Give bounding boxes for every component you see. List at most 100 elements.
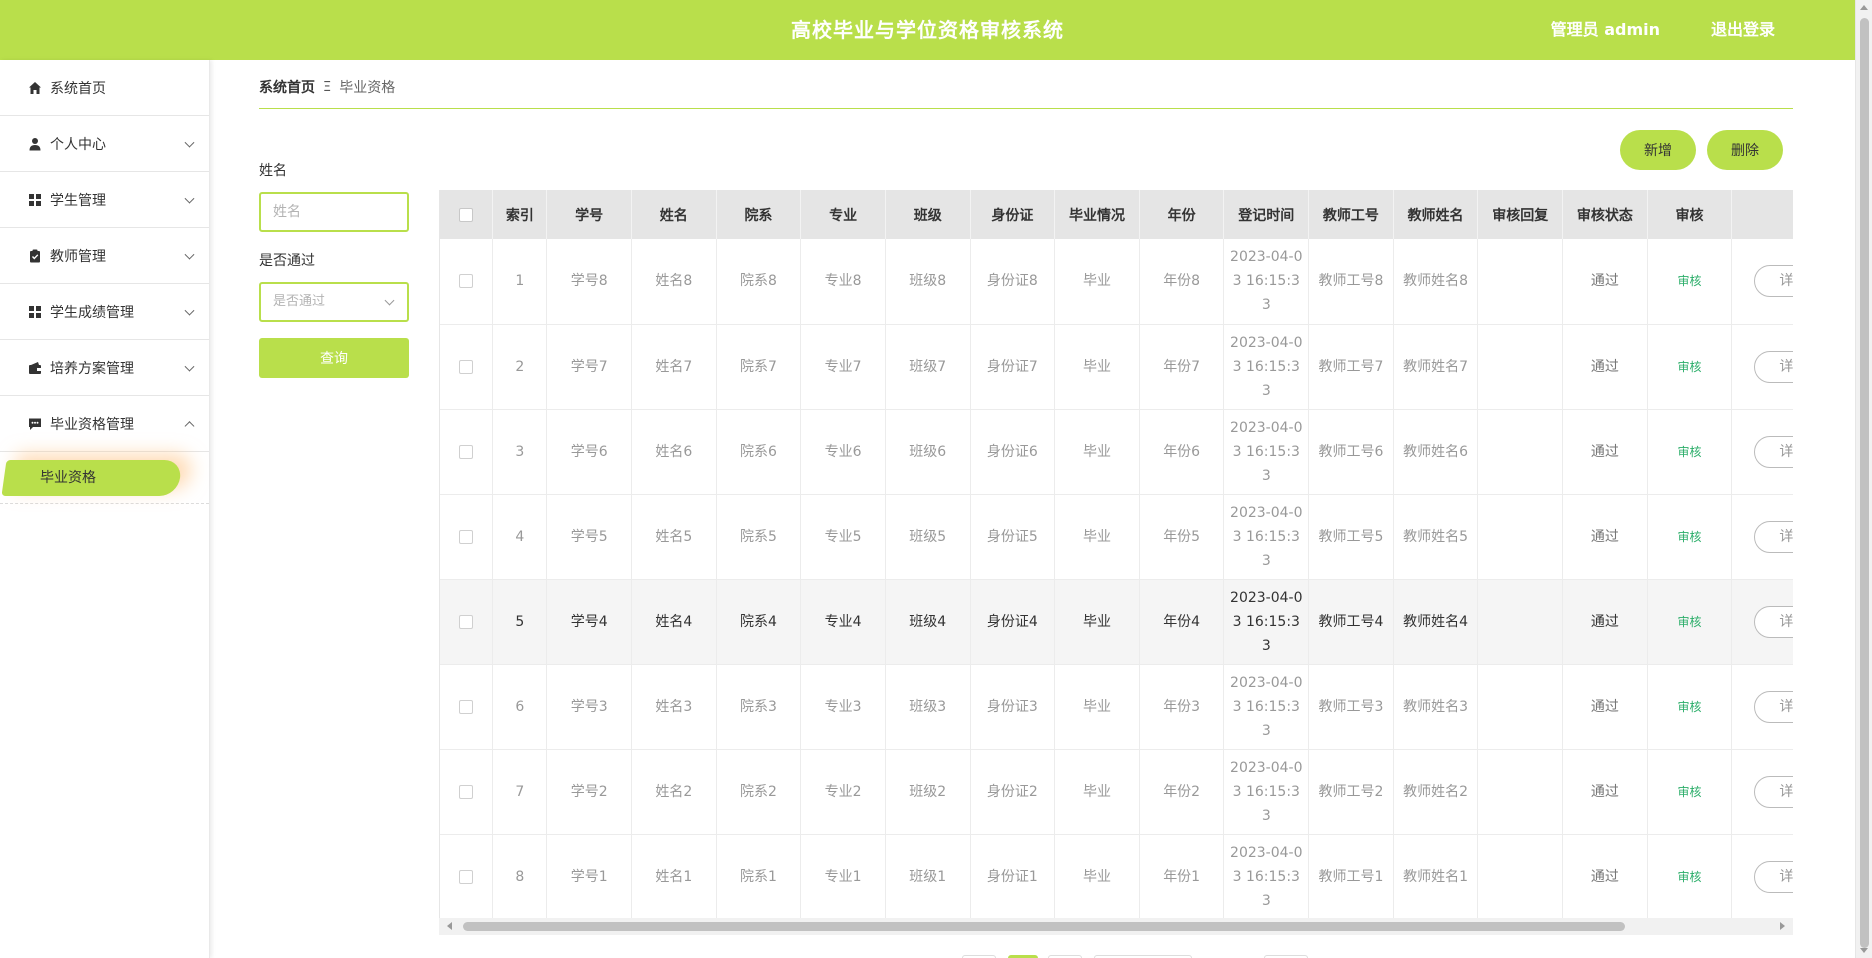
- audit-cell: 审核: [1647, 409, 1733, 495]
- audit-link[interactable]: 审核: [1677, 274, 1701, 288]
- vertical-scroll-thumb[interactable]: [1860, 18, 1869, 948]
- submenu-item-graduation-qualification[interactable]: 毕业资格: [40, 460, 96, 496]
- table-cell: 班级8: [885, 239, 971, 325]
- pass-status-select[interactable]: 是否通过: [259, 282, 409, 322]
- table-cell: 年份8: [1139, 239, 1225, 325]
- table-row[interactable]: 3 学号6 姓名6 院系6 专业6 班级6 身份证6 毕业 年份6 2023-04-03 16:1…: [440, 409, 1793, 495]
- detail-button[interactable]: 详情: [1754, 350, 1793, 383]
- audit-link[interactable]: 审核: [1677, 530, 1701, 544]
- row-checkbox[interactable]: [459, 614, 474, 629]
- column-header[interactable]: 索引: [492, 190, 548, 239]
- row-checkbox[interactable]: [459, 869, 474, 884]
- column-header[interactable]: 院系: [716, 190, 802, 239]
- column-header[interactable]: 毕业情况: [1054, 190, 1140, 239]
- row-select-cell: [440, 664, 494, 750]
- horizontal-scrollbar[interactable]: [439, 918, 1793, 935]
- table-cell: 姓名7: [631, 324, 717, 410]
- row-checkbox[interactable]: [459, 784, 474, 799]
- audit-link[interactable]: 审核: [1677, 870, 1701, 884]
- delete-button[interactable]: 删除: [1707, 130, 1783, 170]
- column-header[interactable]: 教师姓名: [1393, 190, 1479, 239]
- column-header[interactable]: 教师工号: [1308, 190, 1394, 239]
- detail-button[interactable]: 详情: [1754, 860, 1793, 893]
- sidebar-item-student-management[interactable]: 学生管理: [0, 172, 209, 228]
- table-cell: 3: [492, 409, 548, 495]
- detail-button[interactable]: 详情: [1754, 690, 1793, 723]
- audit-link[interactable]: 审核: [1677, 785, 1701, 799]
- sidebar-item-score-management[interactable]: 学生成绩管理: [0, 284, 209, 340]
- column-header[interactable]: 专业: [800, 190, 886, 239]
- table-cell: 2023-04-03 16:15:33: [1223, 579, 1310, 665]
- column-header[interactable]: 审核回复: [1477, 190, 1564, 239]
- sidebar-item-teacher-management[interactable]: 教师管理: [0, 228, 209, 284]
- detail-button[interactable]: 详情: [1754, 435, 1793, 468]
- chat-icon: [28, 417, 42, 431]
- header-bar: 高校毕业与学位资格审核系统 管理员 admin 退出登录: [0, 0, 1855, 60]
- row-checkbox[interactable]: [459, 359, 474, 374]
- breadcrumb-home[interactable]: 系统首页: [259, 77, 315, 97]
- table-row[interactable]: 7 学号2 姓名2 院系2 专业2 班级2 身份证2 毕业 年份2 2023-04-03 16:1…: [440, 749, 1793, 835]
- grid-icon: [28, 193, 42, 207]
- row-checkbox[interactable]: [459, 444, 474, 459]
- table-header-row: 索引 学号 姓名 院系 专业 班级 身份证 毕业情况 年份 登记时间 教师工号 …: [440, 190, 1793, 239]
- vertical-scrollbar[interactable]: [1855, 0, 1872, 958]
- column-header[interactable]: 审核状态: [1562, 190, 1648, 239]
- sidebar-item-training-plan[interactable]: 培养方案管理: [0, 340, 209, 396]
- sidebar-item-graduation-management[interactable]: 毕业资格管理: [0, 396, 209, 452]
- name-search-input[interactable]: [259, 192, 409, 232]
- column-header[interactable]: 身份证: [970, 190, 1056, 239]
- table-cell: 8: [492, 834, 548, 920]
- table-cell: 教师姓名7: [1393, 324, 1479, 410]
- table-row[interactable]: 8 学号1 姓名1 院系1 专业1 班级1 身份证1 毕业 年份1 2023-04-03 16:1…: [440, 834, 1793, 920]
- table-cell: 教师姓名2: [1393, 749, 1479, 835]
- detail-button[interactable]: 详情: [1754, 775, 1793, 808]
- column-header[interactable]: 审核: [1647, 190, 1733, 239]
- sidebar: 系统首页 个人中心 学生管理 教师管理 学生成绩管理 培养方案管理 毕业资格管理…: [0, 60, 210, 958]
- column-header[interactable]: 登记时间: [1223, 190, 1310, 239]
- audit-link[interactable]: 审核: [1677, 700, 1701, 714]
- table-row[interactable]: 6 学号3 姓名3 院系3 专业3 班级3 身份证3 毕业 年份3 2023-04-03 16:1…: [440, 664, 1793, 750]
- chevron-down-icon: [184, 305, 195, 316]
- chevron-down-icon: [184, 137, 195, 148]
- scroll-left-arrow-icon[interactable]: [447, 922, 452, 930]
- table-row[interactable]: 5 学号4 姓名4 院系4 专业4 班级4 身份证4 毕业 年份4 2023-04-03 16:1…: [440, 579, 1793, 665]
- column-header[interactable]: 班级: [885, 190, 971, 239]
- table-row[interactable]: 1 学号8 姓名8 院系8 专业8 班级8 身份证8 毕业 年份8 2023-04-03 16:1…: [440, 239, 1793, 325]
- scroll-right-arrow-icon[interactable]: [1780, 922, 1785, 930]
- column-header[interactable]: 年份: [1139, 190, 1225, 239]
- query-button[interactable]: 查询: [259, 338, 409, 378]
- scroll-down-arrow-icon[interactable]: [1860, 948, 1868, 953]
- table-cell: 通过: [1562, 324, 1648, 410]
- horizontal-scroll-thumb[interactable]: [463, 922, 1625, 931]
- column-header[interactable]: 学号: [546, 190, 632, 239]
- audit-link[interactable]: 审核: [1677, 360, 1701, 374]
- select-all-checkbox[interactable]: [459, 207, 474, 222]
- table-row[interactable]: 2 学号7 姓名7 院系7 专业7 班级7 身份证7 毕业 年份7 2023-04-03 16:1…: [440, 324, 1793, 410]
- table-cell: 身份证2: [970, 749, 1056, 835]
- table-cell: 通过: [1562, 664, 1648, 750]
- table-cell: 教师工号1: [1308, 834, 1394, 920]
- row-checkbox[interactable]: [459, 699, 474, 714]
- detail-button[interactable]: 详情: [1754, 265, 1793, 298]
- audit-link[interactable]: 审核: [1677, 445, 1701, 459]
- detail-button[interactable]: 详情: [1754, 520, 1793, 553]
- table-cell: 毕业: [1054, 664, 1140, 750]
- sidebar-item-home[interactable]: 系统首页: [0, 60, 209, 116]
- table-row[interactable]: 4 学号5 姓名5 院系5 专业5 班级5 身份证5 毕业 年份5 2023-04-03 16:1…: [440, 494, 1793, 580]
- table-cell: 2023-04-03 16:15:33: [1223, 239, 1310, 325]
- table-cell: [1477, 239, 1564, 325]
- scroll-up-arrow-icon[interactable]: [1860, 5, 1868, 10]
- column-header[interactable]: 姓名: [631, 190, 717, 239]
- audit-cell: 审核: [1647, 239, 1733, 325]
- logout-button[interactable]: 退出登录: [1711, 0, 1775, 60]
- audit-cell: 审核: [1647, 579, 1733, 665]
- sidebar-item-personal-center[interactable]: 个人中心: [0, 116, 209, 172]
- row-checkbox[interactable]: [459, 529, 474, 544]
- row-actions-cell: 详情: [1731, 494, 1793, 580]
- table-cell: 身份证4: [970, 579, 1056, 665]
- add-button[interactable]: 新增: [1620, 130, 1696, 170]
- audit-link[interactable]: 审核: [1677, 615, 1701, 629]
- detail-button[interactable]: 详情: [1754, 605, 1793, 638]
- row-checkbox[interactable]: [459, 274, 474, 289]
- table-cell: 姓名5: [631, 494, 717, 580]
